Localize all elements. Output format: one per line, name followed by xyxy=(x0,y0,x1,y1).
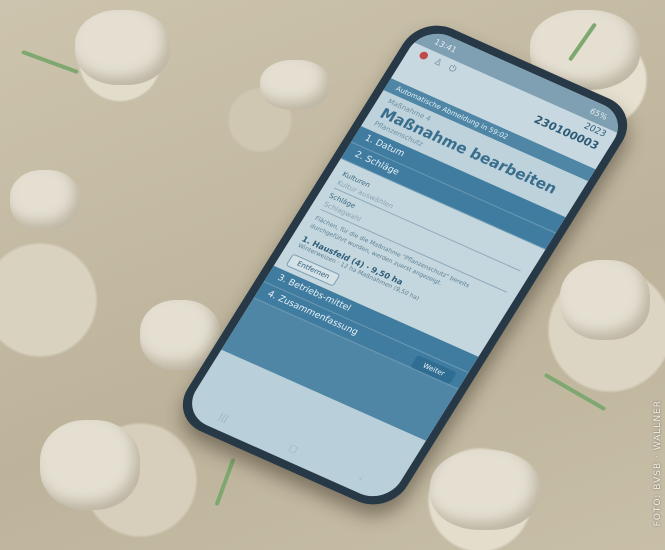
power-icon[interactable]: ⏻ xyxy=(446,64,458,75)
soil-clod xyxy=(75,10,170,85)
soil-clod xyxy=(10,170,80,230)
user-icon[interactable]: ♙ xyxy=(432,57,445,69)
soil-photo-background: 13:41 65% ♙ ⏻ 2023 230100003 Automatisch… xyxy=(0,0,665,550)
nav-home-icon[interactable]: ▢ xyxy=(286,443,299,455)
soil-clod xyxy=(40,420,140,510)
plant-sprout xyxy=(21,49,79,75)
phone-screen: 13:41 65% ♙ ⏻ 2023 230100003 Automatisch… xyxy=(181,25,629,505)
photo-credit: FOTO: BVSB · WALLNER xyxy=(653,400,663,527)
phone-frame: 13:41 65% ♙ ⏻ 2023 230100003 Automatisch… xyxy=(169,14,641,516)
nav-back-icon[interactable]: ‹ xyxy=(356,474,365,484)
nav-recent-icon[interactable]: ||| xyxy=(216,412,230,424)
record-dot-icon[interactable] xyxy=(417,50,430,61)
smartphone: 13:41 65% ♙ ⏻ 2023 230100003 Automatisch… xyxy=(169,14,641,516)
